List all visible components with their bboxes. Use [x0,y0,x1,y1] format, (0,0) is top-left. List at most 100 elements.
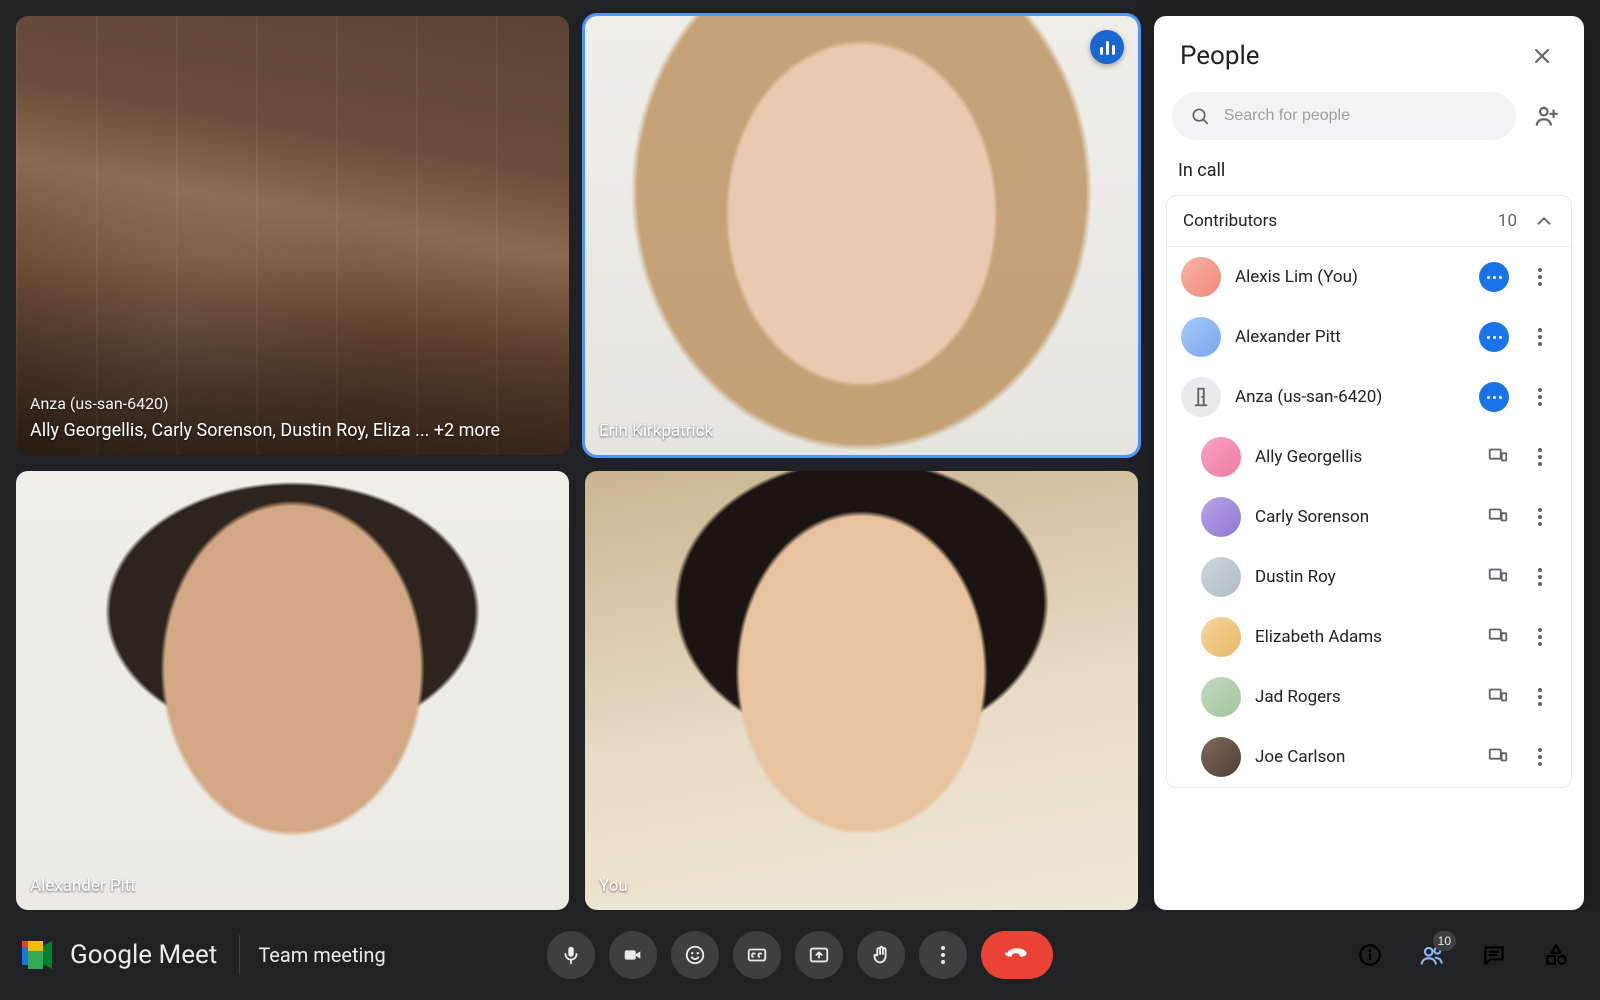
bottom-bar: Google Meet Team meeting 10 [0,910,1600,1000]
tile-conference-room[interactable]: Anza (us-san-6420) Ally Georgellis, Carl… [16,16,569,455]
tile-erin[interactable]: Erin Kirkpatrick [585,16,1138,455]
devices-icon [1487,564,1509,590]
end-call-button[interactable] [981,931,1053,979]
avatar [1181,257,1221,297]
contributors-title: Contributors [1183,211,1277,231]
activities-button[interactable] [1534,933,1578,977]
camera-toggle-button[interactable] [609,931,657,979]
camera-icon [622,944,644,966]
participant-row[interactable]: Dustin Roy [1167,547,1571,607]
erin-video-placeholder [585,16,1138,455]
room-video-placeholder [16,16,569,455]
people-list[interactable]: Alexis Lim (You) Alexander Pitt Anza (us-s… [1167,247,1571,787]
avatar [1201,557,1241,597]
more-icon [1538,628,1542,646]
participant-name: Alexis Lim (You) [1235,267,1465,287]
participant-more-button[interactable] [1523,380,1557,414]
host-options-badge[interactable] [1479,382,1509,412]
close-icon [1530,44,1554,68]
tile-you[interactable]: You [585,471,1138,910]
tile-caption: Alexander Pitt [30,875,136,898]
host-options-badge[interactable] [1479,322,1509,352]
more-icon [1538,748,1542,766]
chat-icon [1481,942,1507,968]
participant-row[interactable]: Joe Carlson [1167,727,1571,787]
participant-name: Joe Carlson [1255,747,1473,767]
meeting-details-button[interactable] [1348,933,1392,977]
participant-row[interactable]: Ally Georgellis [1167,427,1571,487]
room-avatar-icon [1181,377,1221,417]
search-input[interactable] [1222,106,1498,126]
avatar [1201,617,1241,657]
call-controls [547,931,1053,979]
more-icon [941,946,945,964]
captions-button[interactable] [733,931,781,979]
devices-icon [1487,684,1509,710]
contributors-group: Contributors 10 Alexis Lim (You) Alexande… [1166,195,1572,788]
more-icon [1538,508,1542,526]
alex-video-placeholder [16,471,569,910]
meet-logo-icon [22,941,56,969]
people-panel-title: People [1180,41,1260,71]
more-icon [1538,268,1542,286]
mic-toggle-button[interactable] [547,931,595,979]
participant-row[interactable]: Anza (us-san-6420) [1167,367,1571,427]
people-panel-header: People [1154,16,1584,86]
tile-alexander[interactable]: Alexander Pitt [16,471,569,910]
participant-name: Carly Sorenson [1255,507,1473,527]
host-options-badge[interactable] [1479,262,1509,292]
participant-row[interactable]: Elizabeth Adams [1167,607,1571,667]
participant-row[interactable]: Alexis Lim (You) [1167,247,1571,307]
search-icon [1190,105,1210,127]
participant-more-button[interactable] [1523,260,1557,294]
more-icon [1538,328,1542,346]
chevron-up-icon [1533,210,1555,232]
close-panel-button[interactable] [1522,36,1562,76]
stage: Anza (us-san-6420) Ally Georgellis, Carl… [16,16,1584,910]
chat-button[interactable] [1472,933,1516,977]
search-box[interactable] [1172,92,1516,140]
video-grid: Anza (us-san-6420) Ally Georgellis, Carl… [16,16,1138,910]
add-people-button[interactable] [1526,96,1566,136]
avatar [1201,737,1241,777]
divider [239,935,240,975]
participant-more-button[interactable] [1523,620,1557,654]
mic-icon [560,944,582,966]
meeting-room-icon [1190,386,1212,408]
participant-name: Dustin Roy [1255,567,1473,587]
participant-count-badge: 10 [1433,931,1456,951]
you-video-placeholder [585,471,1138,910]
avatar [1201,497,1241,537]
contributors-header[interactable]: Contributors 10 [1167,196,1571,247]
right-tools: 10 [1348,933,1578,977]
more-icon [1538,388,1542,406]
participant-row[interactable]: Carly Sorenson [1167,487,1571,547]
raise-hand-button[interactable] [857,931,905,979]
participant-more-button[interactable] [1523,560,1557,594]
tile-caption: You [599,875,628,898]
participant-row[interactable]: Alexander Pitt [1167,307,1571,367]
participant-more-button[interactable] [1523,320,1557,354]
participant-more-button[interactable] [1523,500,1557,534]
tile-caption: Erin Kirkpatrick [599,420,713,443]
participant-name: Alexander Pitt [1235,327,1465,347]
participant-more-button[interactable] [1523,740,1557,774]
avatar [1181,317,1221,357]
in-call-label: In call [1154,154,1584,191]
hand-icon [870,944,892,966]
devices-icon [1487,624,1509,650]
participant-row[interactable]: Jad Rogers [1167,667,1571,727]
participant-more-button[interactable] [1523,440,1557,474]
search-row [1154,86,1584,154]
present-button[interactable] [795,931,843,979]
avatar [1201,437,1241,477]
info-icon [1357,942,1383,968]
devices-icon [1487,744,1509,770]
avatar [1201,677,1241,717]
room-label: Anza (us-san-6420) [30,393,500,415]
people-button[interactable]: 10 [1410,933,1454,977]
people-panel: People In call Contributors 10 [1154,16,1584,910]
more-options-button[interactable] [919,931,967,979]
participant-more-button[interactable] [1523,680,1557,714]
reactions-button[interactable] [671,931,719,979]
